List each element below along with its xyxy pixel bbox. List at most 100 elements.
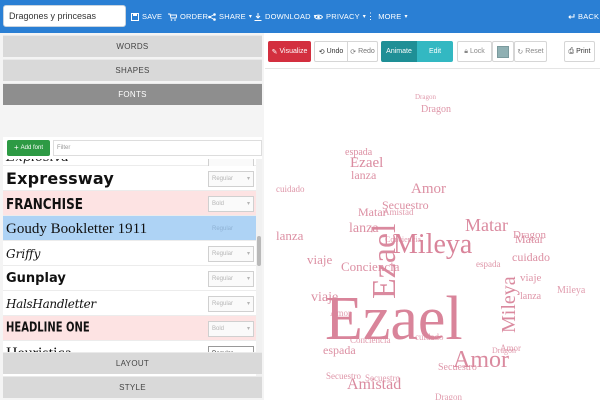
chevron-down-icon: ▾ — [246, 176, 250, 182]
font-name: HEADLINE ONE — [6, 321, 90, 336]
share-icon — [208, 12, 216, 21]
top-toolbar: Dragones y princesas SAVE ORDER SHARE ▾ … — [0, 0, 600, 33]
font-row-goudy-bookletter[interactable]: Goudy Bookletter 1911 Regular — [3, 216, 256, 241]
cloud-word: cuidado — [415, 332, 444, 342]
project-title-input[interactable]: Dragones y princesas — [3, 5, 126, 27]
order-button[interactable]: ORDER — [168, 0, 208, 33]
vertical-dots-icon: ⋮ — [366, 11, 376, 21]
download-menu[interactable]: DOWNLOAD ▾ — [254, 0, 317, 33]
share-menu[interactable]: SHARE ▾ — [208, 0, 252, 33]
back-label: BACK — [578, 12, 600, 21]
font-row-headline-one[interactable]: HEADLINE ONE Bold ▾ — [3, 316, 256, 341]
cloud-word: Secuestro — [438, 362, 477, 373]
cloud-word: lanza — [349, 221, 379, 236]
chevron-down-icon: ▾ — [248, 14, 253, 20]
cloud-word: Dragon — [415, 93, 436, 101]
font-style-select[interactable]: Regular▾ — [208, 296, 254, 312]
save-button[interactable]: SAVE — [131, 0, 162, 33]
share-label: SHARE — [219, 12, 246, 21]
cloud-word: Mileya — [557, 285, 586, 296]
download-label: DOWNLOAD — [265, 12, 311, 21]
font-style-select[interactable]: Bold ▾ — [208, 196, 254, 212]
save-icon — [131, 12, 139, 21]
cloud-word: viaje — [311, 290, 338, 305]
cart-icon — [168, 13, 177, 21]
cloud-word: cuidado — [276, 184, 305, 194]
cloud-word: Mileya — [498, 276, 520, 333]
cloud-word: lanza — [351, 168, 377, 182]
cloud-word: cuidado — [512, 250, 550, 264]
chevron-down-icon: ▾ — [246, 301, 250, 307]
cloud-word: Dragon — [435, 392, 462, 400]
more-menu[interactable]: ⋮ MORE ▾ — [366, 0, 408, 33]
cloud-word: viaje — [307, 252, 332, 267]
cloud-word: espada — [476, 259, 501, 269]
cloud-word: Amor — [411, 181, 446, 197]
word-cloud-canvas[interactable]: EzaelEzaelEzaelMileyaMileya MileyaAmorAmo… — [265, 33, 600, 400]
chevron-down-icon: ▾ — [246, 201, 250, 207]
font-list-scrollbar[interactable] — [256, 159, 262, 384]
cloud-word: Mileya — [393, 229, 473, 260]
cloud-word: espada — [323, 343, 356, 357]
font-style-select[interactable]: Regular▾ — [208, 171, 254, 187]
cloud-word: Dragon — [513, 229, 546, 241]
section-layout[interactable]: LAYOUT — [3, 352, 262, 374]
font-name: Goudy Bookletter 1911 — [6, 221, 148, 237]
back-arrow-icon — [568, 13, 575, 19]
font-row-halshandletter[interactable]: HalsHandletter Regular ▾ — [3, 291, 256, 316]
font-name: Expressway — [6, 169, 115, 188]
cloud-word: Dragon — [421, 104, 451, 115]
font-name: Griffy — [6, 247, 41, 261]
more-label: MORE — [378, 12, 402, 21]
cloud-word: Matar — [465, 215, 508, 235]
settings-panel: WORDS SHAPES FONTS + Add font Filter Exp… — [0, 33, 264, 400]
cloud-word: Dragon — [492, 346, 516, 355]
chevron-down-icon: ▾ — [246, 276, 250, 282]
privacy-label: PRIVACY — [326, 12, 360, 21]
privacy-menu[interactable]: PRIVACY ▾ — [314, 0, 366, 33]
font-style-select[interactable]: Regular — [208, 221, 254, 237]
font-style-select[interactable]: Regular▾ — [208, 271, 254, 287]
cloud-word: Secuestro — [382, 198, 429, 212]
download-icon — [254, 12, 262, 21]
save-label: SAVE — [142, 12, 163, 21]
cloud-word: Amor — [330, 308, 351, 318]
font-name: Gunplay — [6, 271, 66, 286]
section-fonts[interactable]: FONTS — [3, 83, 262, 105]
cloud-word: Conciencia — [341, 259, 400, 274]
chevron-down-icon: ▾ — [246, 326, 250, 332]
font-row-franchise[interactable]: Franchise Bold ▾ — [3, 191, 256, 216]
font-row-gunplay[interactable]: Gunplay Regular ▾ — [3, 266, 256, 291]
font-name: Franchise — [6, 195, 83, 213]
add-font-label: Add font — [20, 145, 44, 151]
plus-icon: + — [13, 143, 19, 152]
font-row-griffy[interactable]: Griffy Regular ▾ — [3, 241, 256, 266]
cloud-word: Conciencia — [385, 235, 421, 244]
font-name: HalsHandletter — [6, 297, 96, 311]
font-style-select[interactable]: Regular▾ — [208, 246, 254, 262]
font-row-partial[interactable]: Explosiva — [3, 159, 256, 167]
font-list: Explosiva Expressway Regular▾ Franchise … — [3, 159, 256, 384]
order-label: ORDER — [180, 12, 209, 21]
eye-icon — [314, 14, 323, 19]
add-font-button[interactable]: + Add font — [7, 140, 50, 156]
section-words[interactable]: WORDS — [3, 35, 262, 57]
font-filter-input[interactable]: Filter — [53, 140, 262, 156]
font-style-select[interactable]: Bold ▾ — [208, 321, 254, 337]
cloud-word: lanza — [276, 228, 304, 243]
section-shapes[interactable]: SHAPES — [3, 59, 262, 81]
chevron-down-icon: ▾ — [404, 14, 408, 20]
cloud-word: Conciencia — [350, 335, 390, 345]
cloud-word: Secuestro — [365, 373, 400, 383]
cloud-word: viaje — [520, 272, 541, 284]
font-row-expressway[interactable]: Expressway Regular ▾ — [3, 166, 256, 191]
canvas-panel: ✎ Visualize ⟲ Undo ⟳ Redo Animate Edit 🔒… — [265, 33, 600, 400]
scrollbar-thumb[interactable] — [257, 236, 261, 266]
word-cloud: EzaelEzaelEzaelMileyaMileya MileyaAmorAmo… — [276, 93, 586, 400]
chevron-down-icon: ▾ — [246, 251, 250, 257]
font-toolbar: + Add font Filter — [3, 137, 262, 159]
back-button[interactable]: BACK — [567, 0, 599, 33]
cloud-word: espada — [345, 147, 373, 158]
cloud-word: Secuestro — [326, 371, 361, 381]
section-style[interactable]: STYLE — [3, 376, 262, 398]
